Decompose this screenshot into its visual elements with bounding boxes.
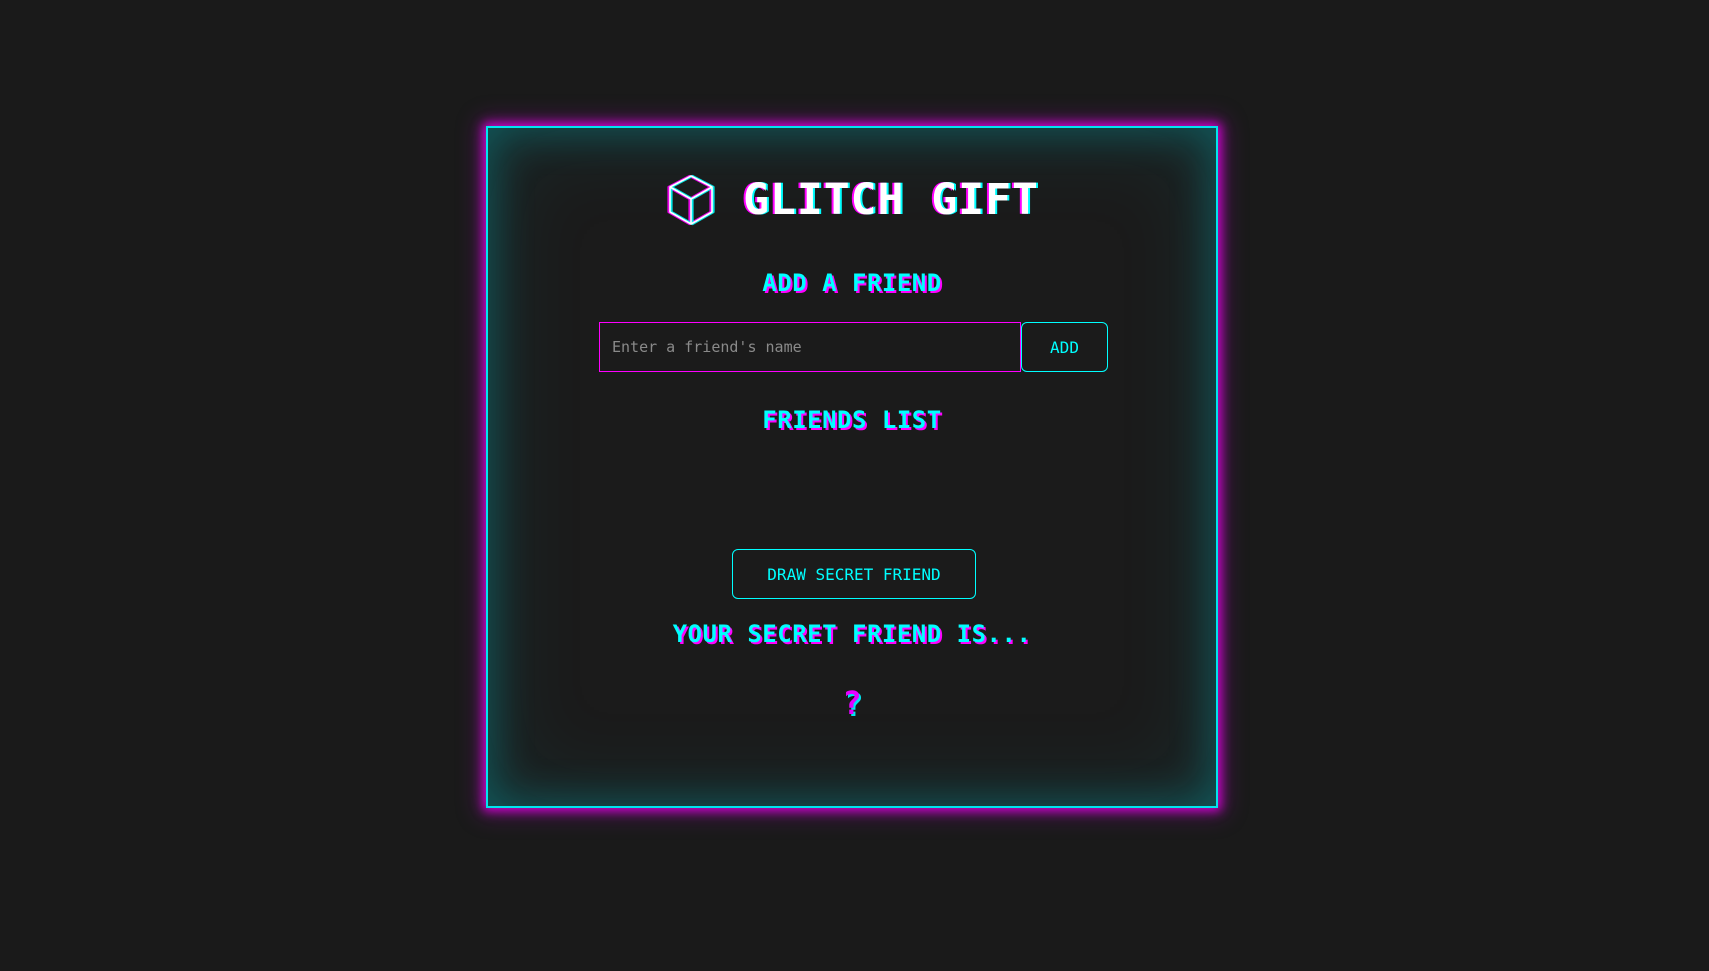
cube-icon [665, 172, 717, 228]
app-title: GLITCH GIFT [743, 175, 1039, 225]
result-heading: YOUR SECRET FRIEND IS... [672, 620, 1032, 648]
add-button[interactable]: ADD [1021, 322, 1108, 372]
friend-name-input[interactable] [599, 322, 1021, 372]
add-friend-row: ADD [599, 322, 1108, 372]
secret-friend-result: ? [842, 684, 862, 722]
draw-secret-friend-button[interactable]: DRAW SECRET FRIEND [732, 549, 976, 599]
friends-list [599, 448, 1108, 518]
friends-list-heading: FRIENDS LIST [762, 406, 942, 434]
main-panel: GLITCH GIFT ADD A FRIEND ADD FRIENDS LIS… [486, 126, 1218, 808]
add-friend-heading: ADD A FRIEND [762, 269, 942, 297]
header: GLITCH GIFT [488, 172, 1216, 228]
